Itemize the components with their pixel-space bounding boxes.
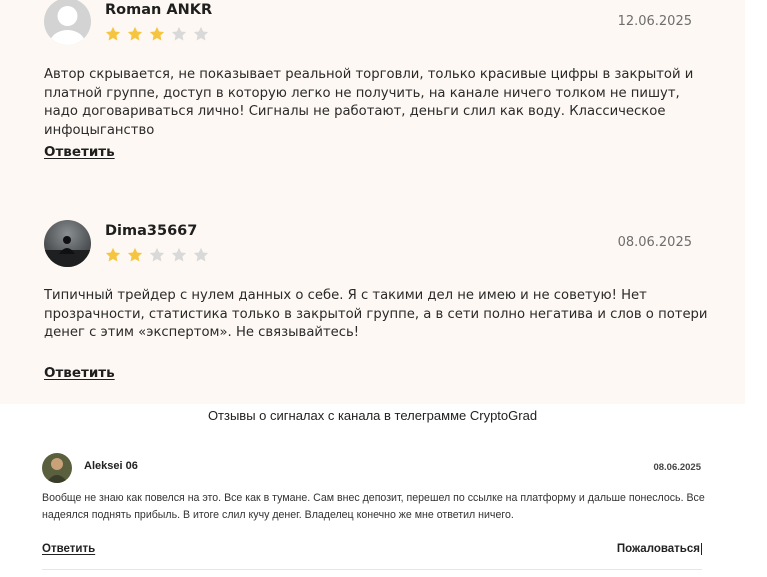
page: Roman ANKR 12.06.2025 Автор скрывается, … bbox=[0, 0, 767, 577]
report-link[interactable]: Пожаловаться bbox=[617, 543, 702, 555]
reviews-panel: Roman ANKR 12.06.2025 Автор скрывается, … bbox=[0, 0, 745, 404]
photo-avatar-icon bbox=[42, 453, 72, 483]
review-text: Типичный трейдер с нулем данных о себе. … bbox=[44, 288, 708, 340]
review-text: Вообще не знаю как повелся на это. Все к… bbox=[42, 492, 705, 521]
divider bbox=[42, 569, 702, 570]
review-card: Dima35667 08.06.2025 Типичный трейдер с … bbox=[0, 0, 745, 404]
review-author: Dima35667 bbox=[105, 223, 198, 239]
image-caption: Отзывы о сигналах с канала в телеграмме … bbox=[207, 408, 538, 423]
photo-avatar-icon bbox=[44, 220, 91, 267]
reply-link[interactable]: Ответить bbox=[42, 543, 95, 555]
star-filled-icon bbox=[105, 247, 121, 262]
reply-link[interactable]: Ответить bbox=[44, 365, 115, 381]
star-rating bbox=[104, 246, 210, 264]
star-empty-icon bbox=[149, 247, 165, 262]
review-date: 08.06.2025 bbox=[653, 462, 701, 473]
star-filled-icon bbox=[127, 247, 143, 262]
star-empty-icon bbox=[171, 247, 187, 262]
review-date: 08.06.2025 bbox=[617, 235, 692, 250]
star-empty-icon bbox=[193, 247, 209, 262]
review-author: Aleksei 06 bbox=[84, 460, 138, 472]
